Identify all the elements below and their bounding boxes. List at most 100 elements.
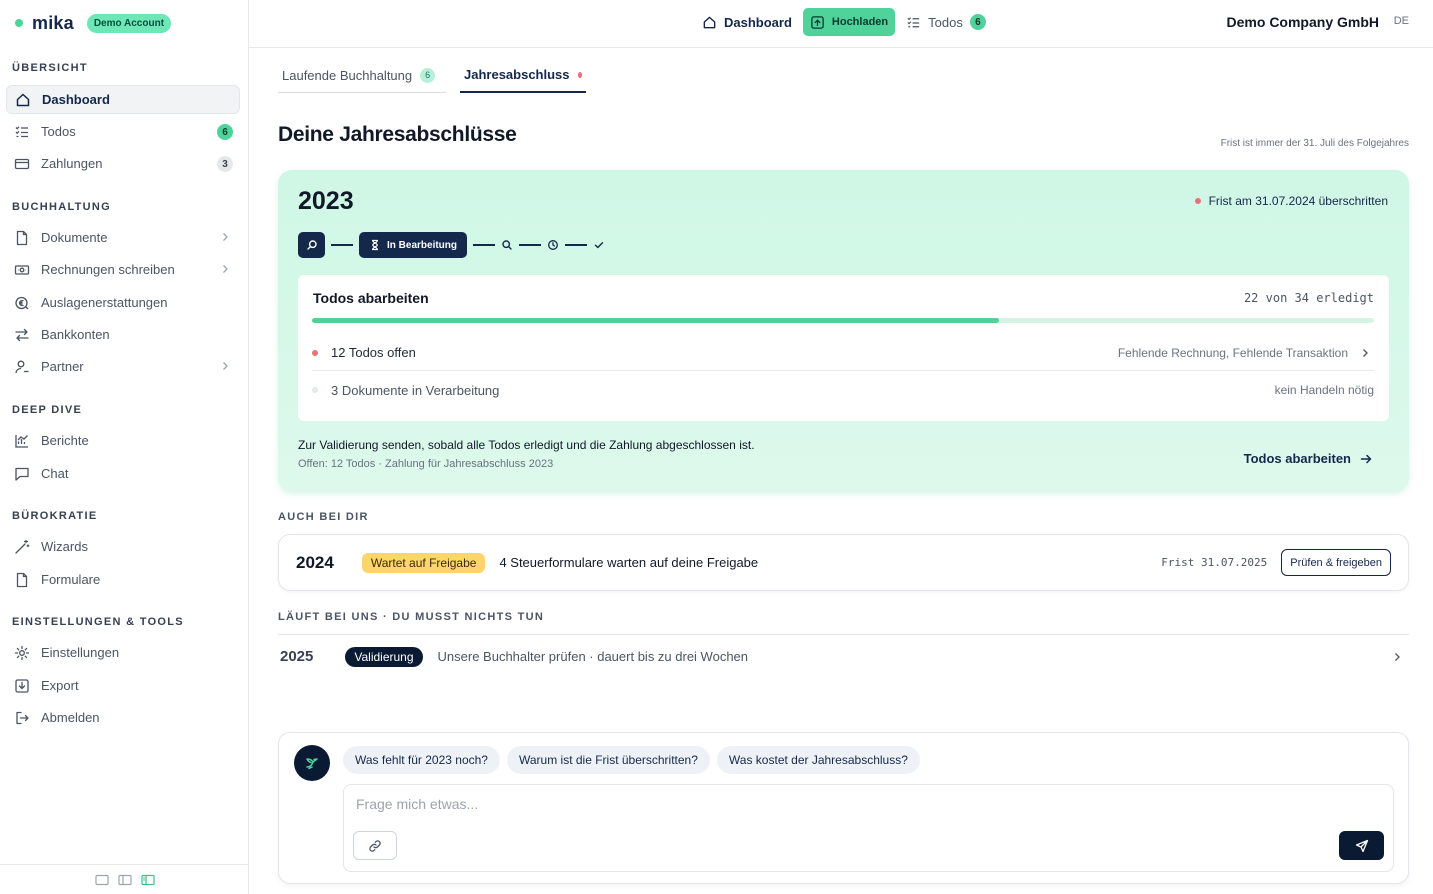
link-icon [369, 839, 381, 852]
chevron-right-icon [1395, 652, 1400, 661]
tab-label: Laufende Buchhaltung [282, 67, 413, 83]
layout-switcher [0, 864, 249, 894]
sidebar-item-formulare[interactable]: Formulare [6, 565, 240, 594]
suggestion-chip[interactable]: Was kostet der Jahresabschluss? [716, 746, 920, 774]
logout-icon [16, 711, 29, 724]
status-dot-icon [312, 387, 318, 393]
transfer-icon [15, 328, 29, 341]
sidebar-item-label: Auslagenerstattungen [41, 295, 168, 310]
sidebar-item-abmelden[interactable]: Abmelden [6, 703, 240, 732]
document-icon [16, 230, 28, 245]
upload-icon [811, 15, 824, 29]
sidebar: mika Demo Account ÜBERSICHT Dashboard To… [0, 0, 249, 894]
layout-single-icon[interactable] [94, 873, 109, 887]
sidebar-item-berichte[interactable]: Berichte [6, 426, 240, 455]
sidebar-item-partner[interactable]: Partner [6, 352, 240, 381]
sidebar-item-bankkonten[interactable]: Bankkonten [6, 320, 240, 349]
user-icon [15, 360, 29, 373]
sidebar-item-todos[interactable]: Todos 6 [6, 117, 240, 146]
sidebar-item-zahlungen[interactable]: Zahlungen 3 [6, 149, 240, 178]
hourglass-icon [372, 239, 378, 251]
step-connector [565, 244, 588, 246]
section-label-settings-tools: EINSTELLUNGEN & TOOLS [12, 616, 184, 628]
brand[interactable]: mika Demo Account [15, 11, 172, 35]
sidebar-item-label: Formulare [41, 572, 101, 587]
brand-dot-icon [15, 19, 23, 27]
step-connector [331, 244, 353, 246]
wand-icon [15, 539, 30, 554]
review-approve-button[interactable]: Prüfen & freigeben [1281, 549, 1391, 576]
upload-button[interactable]: Hochladen [802, 8, 896, 36]
todo-progress-text: 22 von 34 erledigt [1243, 291, 1374, 305]
banknote-icon [14, 264, 30, 275]
status-dot-icon [312, 349, 318, 356]
sidebar-item-label: Chat [41, 466, 69, 481]
annual-report-row-2025[interactable]: 2025 Validierung Unsere Buchhalter prüfe… [278, 634, 1409, 678]
checklist-icon [15, 125, 28, 137]
sidebar-item-label: Zahlungen [41, 156, 103, 171]
sidebar-item-rechnungen-schreiben[interactable]: Rechnungen schreiben [6, 255, 240, 284]
chevron-right-icon [223, 233, 228, 241]
sidebar-item-wizards[interactable]: Wizards [6, 532, 240, 561]
step-label: In Bearbeitung [387, 239, 458, 251]
card-year: 2024 [296, 552, 334, 572]
overdue-dot-icon [1194, 198, 1201, 204]
clock-icon [548, 240, 558, 250]
chevron-right-icon [223, 265, 228, 273]
overdue-text: Frist am 31.07.2024 überschritten [1208, 194, 1388, 208]
card-message: 4 Steuerformulare warten auf deine Freig… [499, 555, 759, 570]
top-nav-dashboard-label: Dashboard [724, 14, 792, 30]
chat-compose-box [343, 784, 1394, 872]
sidebar-item-label: Partner [41, 359, 84, 374]
annual-report-card-2023: 2023 Frist am 31.07.2024 überschritten I… [278, 170, 1409, 492]
sidebar-item-label: Abmelden [41, 710, 100, 725]
bird-logo-icon [306, 758, 318, 770]
sidebar-item-einstellungen[interactable]: Einstellungen [6, 638, 240, 667]
chevron-right-icon [1363, 348, 1368, 357]
step-search-done [298, 232, 325, 258]
sidebar-item-chat[interactable]: Chat [6, 459, 240, 488]
sidebar-item-export[interactable]: Export [6, 671, 240, 700]
attach-button[interactable] [353, 831, 397, 860]
todo-row-open[interactable]: 12 Todos offen Fehlende Rechnung, Fehlen… [312, 335, 1374, 371]
send-button[interactable] [1339, 831, 1384, 860]
tab-count-badge: 6 [420, 67, 436, 83]
validation-subtext: Offen: 12 Todos · Zahlung für Jahresabsc… [298, 458, 554, 470]
todo-progress-fill [312, 318, 1000, 323]
card-year: 2025 [280, 648, 314, 665]
todo-progress-bar [312, 318, 1374, 323]
deadline-note: Frist ist immer der 31. Juli des Folgeja… [1220, 138, 1409, 149]
todo-row-label: 12 Todos offen [331, 345, 416, 360]
company-name[interactable]: Demo Company GmbH [1227, 14, 1379, 30]
status-badge: Validierung [345, 646, 423, 667]
top-nav-todos[interactable]: Todos 6 [899, 8, 993, 36]
sidebar-item-label: Wizards [41, 539, 88, 554]
zahlungen-count-badge: 3 [217, 156, 233, 172]
section-label-also: AUCH BEI DIR [278, 511, 369, 523]
layout-split-icon[interactable] [117, 873, 132, 887]
sidebar-item-dokumente[interactable]: Dokumente [6, 223, 240, 252]
top-nav-dashboard[interactable]: Dashboard [695, 8, 799, 36]
todo-row-label: 3 Dokumente in Verarbeitung [331, 382, 500, 398]
suggestion-chip[interactable]: Warum ist die Frist überschritten? [506, 746, 710, 774]
send-icon [1355, 839, 1368, 852]
suggestion-chip[interactable]: Was fehlt für 2023 noch? [343, 746, 500, 774]
chat-icon [15, 467, 29, 481]
todos-abarbeiten-link[interactable]: Todos abarbeiten [1244, 451, 1373, 466]
search-icon [502, 240, 512, 250]
tab-laufende-buchhaltung[interactable]: Laufende Buchhaltung 6 [278, 58, 446, 93]
layout-sidebar-icon[interactable] [140, 873, 155, 887]
sidebar-item-dashboard[interactable]: Dashboard [6, 85, 240, 114]
deadline-text: Frist 31.07.2025 [1161, 556, 1268, 569]
sidebar-item-auslagenerstattungen[interactable]: Auslagenerstattungen [6, 288, 240, 317]
assistant-avatar [294, 745, 330, 781]
chart-icon [15, 434, 28, 448]
chat-input[interactable] [356, 796, 1376, 812]
step-connector [473, 244, 496, 246]
cta-label: Todos abarbeiten [1243, 451, 1351, 466]
section-label-overview: ÜBERSICHT [12, 62, 88, 74]
tab-jahresabschluss[interactable]: Jahresabschluss [460, 58, 586, 93]
todo-row-detail: Fehlende Rechnung, Fehlende Transaktion [1117, 345, 1348, 360]
tab-label: Jahresabschluss [464, 67, 570, 82]
language-switch[interactable]: DE [1394, 15, 1409, 27]
